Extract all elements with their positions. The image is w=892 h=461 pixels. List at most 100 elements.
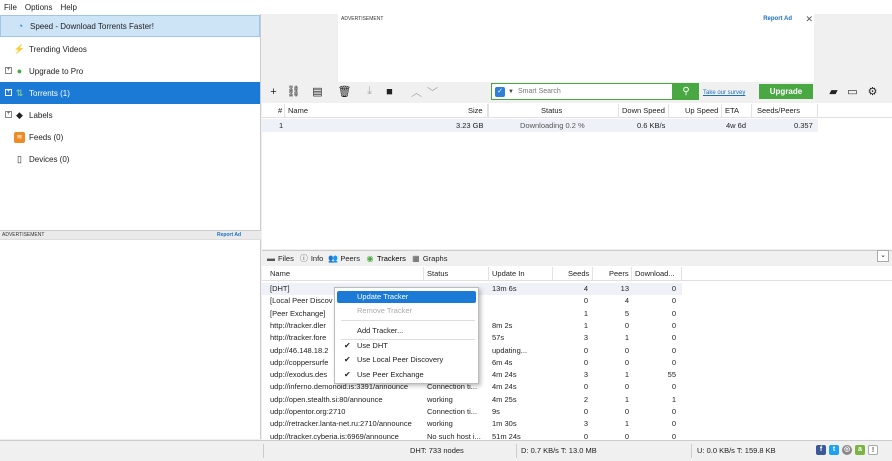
- tab-peers[interactable]: 👥 Peers: [328, 254, 360, 263]
- sidebar-item-speed[interactable]: ◔ Speed - Download Torrents Faster!: [0, 15, 260, 37]
- column-header[interactable]: Update In: [492, 269, 525, 278]
- tab-info[interactable]: ⓘ Info: [299, 254, 324, 263]
- tracker-peers: 13: [620, 284, 629, 293]
- alert-icon[interactable]: !: [868, 445, 878, 455]
- column-header[interactable]: ETA: [725, 106, 739, 115]
- menu-file[interactable]: File: [4, 3, 17, 12]
- tracker-row[interactable]: udp://open.stealth.si:80/announce working…: [262, 394, 682, 406]
- menu-options[interactable]: Options: [25, 3, 53, 12]
- upgrade-button[interactable]: Upgrade: [759, 84, 813, 99]
- add-torrent-icon[interactable]: +: [267, 85, 280, 98]
- tab-files[interactable]: ▬ Files: [266, 254, 294, 263]
- ad-label: ADVERTISEMENT: [341, 16, 384, 22]
- globe-icon[interactable]: ◎: [842, 445, 852, 455]
- stop-icon[interactable]: ■: [383, 85, 396, 98]
- survey-link[interactable]: Take our survey: [703, 90, 745, 96]
- sidebar-item-label: Feeds (0): [29, 132, 64, 142]
- column-header[interactable]: Seeds: [568, 269, 589, 278]
- up-arrow-icon[interactable]: ︿: [410, 85, 423, 99]
- tracker-seeds: 3: [583, 370, 588, 380]
- menu-item-add-tracker[interactable]: Add Tracker...: [337, 325, 476, 337]
- menu-item-label: Use Peer Exchange: [357, 370, 424, 379]
- check-icon: ✔: [344, 370, 351, 379]
- tracker-peers: 5: [624, 308, 629, 318]
- expand-icon[interactable]: +: [5, 111, 12, 118]
- menu-item-use-pex[interactable]: ✔ Use Peer Exchange: [337, 369, 476, 381]
- column-header[interactable]: Name: [270, 269, 290, 278]
- tracker-update: 1m 30s: [492, 419, 517, 429]
- create-torrent-icon[interactable]: ▤: [311, 85, 324, 98]
- gear-icon[interactable]: ⚙: [866, 85, 879, 98]
- chevron-down-icon[interactable]: ▼: [508, 89, 514, 95]
- add-link-icon[interactable]: ⛓: [287, 85, 301, 98]
- sidebar-item-torrents[interactable]: + ⇅ Torrents (1): [0, 82, 260, 104]
- tab-graphs[interactable]: ▦ Graphs: [411, 254, 447, 263]
- sidebar-item-upgrade[interactable]: + ● Upgrade to Pro: [0, 60, 260, 82]
- tracker-peers: 0: [624, 345, 629, 355]
- menu-help[interactable]: Help: [60, 3, 76, 12]
- expand-icon[interactable]: +: [5, 67, 12, 74]
- menu-item-update-tracker[interactable]: Update Tracker: [337, 291, 476, 303]
- tracker-seeds: 0: [583, 382, 588, 392]
- report-ad-link[interactable]: Report Ad: [217, 232, 241, 238]
- remote-icon[interactable]: ▭: [846, 85, 859, 98]
- tracker-peers: 0: [624, 382, 629, 392]
- row-number: 1: [279, 121, 284, 130]
- tracker-dl: 0: [671, 296, 676, 306]
- collapse-panel-button[interactable]: ⌄: [877, 250, 889, 262]
- report-ad-link[interactable]: Report Ad: [763, 16, 792, 22]
- menu-item-label: Use Local Peer Discovery: [357, 355, 444, 364]
- column-header[interactable]: Status: [541, 106, 562, 115]
- column-header[interactable]: Down Speed: [622, 106, 665, 115]
- tracker-peers: 1: [624, 394, 629, 404]
- tracker-update: 4m 25s: [492, 394, 517, 404]
- download-icon[interactable]: ⤓: [363, 85, 376, 98]
- check-icon: ✔: [344, 341, 351, 350]
- search-button[interactable]: ⚲: [673, 83, 699, 100]
- search-input[interactable]: Smart Search: [518, 88, 561, 95]
- peers-icon: 👥: [328, 253, 339, 263]
- trash-icon[interactable]: 🗑: [338, 85, 352, 98]
- tracker-update: updating...: [492, 345, 528, 355]
- column-header[interactable]: Name: [288, 106, 308, 115]
- tracker-seeds: 3: [583, 419, 588, 429]
- tracker-seeds: 0: [583, 345, 588, 355]
- torrent-seeds-peers: 0.357: [794, 121, 813, 130]
- column-header[interactable]: Up Speed: [685, 106, 718, 115]
- column-header[interactable]: Download...: [635, 269, 675, 278]
- tab-trackers[interactable]: ◉ Trackers: [365, 254, 405, 263]
- facebook-icon[interactable]: f: [816, 445, 826, 455]
- tracker-seeds: 1: [583, 320, 588, 330]
- sidebar-item-devices[interactable]: ▯ Devices (0): [0, 148, 260, 170]
- down-arrow-icon[interactable]: ﹀: [426, 85, 439, 99]
- tracker-update: 8m 2s: [492, 320, 513, 330]
- tracker-row[interactable]: udp://opentor.org:2710 Connection ti... 9s…: [262, 406, 682, 418]
- table-row[interactable]: 1 3.23 GB Downloading 0.2 % 0.6 KB/s 4w …: [262, 119, 818, 132]
- tracker-seeds: 0: [583, 296, 588, 306]
- android-icon[interactable]: a: [855, 445, 865, 455]
- menu-bar: File Options Help: [0, 0, 892, 14]
- chat-icon[interactable]: ▰: [827, 85, 840, 98]
- tracker-name: udp://open.stealth.si:80/announce: [270, 394, 383, 404]
- column-header[interactable]: Seeds/Peers: [757, 106, 800, 115]
- column-header[interactable]: Peers: [609, 269, 629, 278]
- column-header[interactable]: Status: [427, 269, 448, 278]
- column-header[interactable]: #: [278, 106, 282, 115]
- column-header[interactable]: Size: [468, 106, 483, 115]
- sidebar-item-trending[interactable]: ⚡ Trending Videos: [0, 38, 260, 60]
- tracker-update: 9s: [492, 407, 500, 416]
- tracker-name: udp://retracker.lanta-net.ru:2710/announ…: [270, 419, 412, 429]
- tracker-dl: 1: [671, 394, 676, 404]
- menu-item-label: Remove Tracker: [357, 306, 413, 315]
- menu-item-use-lpd[interactable]: ✔ Use Local Peer Discovery: [337, 354, 476, 366]
- menu-item-use-dht[interactable]: ✔ Use DHT: [337, 340, 476, 352]
- sidebar-item-feeds[interactable]: ≋ Feeds (0): [0, 126, 260, 148]
- close-icon[interactable]: ✕: [805, 14, 813, 25]
- tracker-seeds: 2: [583, 394, 588, 404]
- sidebar-item-labels[interactable]: + ◆ Labels: [0, 104, 260, 126]
- expand-icon[interactable]: +: [5, 89, 12, 96]
- folder-icon: ▬: [267, 253, 275, 263]
- twitter-icon[interactable]: t: [829, 445, 839, 455]
- smart-search-box[interactable]: ✓ ▼ Smart Search: [491, 83, 673, 100]
- tracker-row[interactable]: udp://retracker.lanta-net.ru:2710/announ…: [262, 418, 682, 430]
